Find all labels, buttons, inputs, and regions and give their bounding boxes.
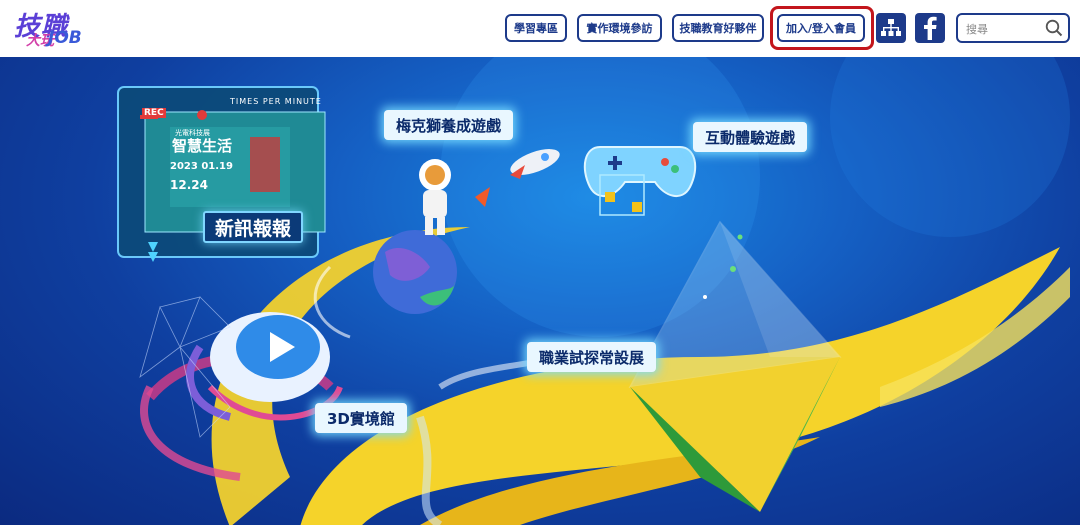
search-input[interactable] — [964, 19, 1048, 39]
lion-game-link[interactable]: 梅克獅養成遊戲 — [384, 110, 514, 140]
sitemap-icon[interactable] — [876, 13, 906, 43]
hero-banner: 新訊報報 REC TIMES PER MINUTE 智慧生活 光電科技展 202… — [0, 57, 1080, 525]
login-register-button[interactable]: 加入/登入會員 — [777, 14, 865, 42]
vr-headset-icon[interactable] — [186, 312, 343, 421]
learning-zone-button[interactable]: 學習專區 — [505, 14, 567, 42]
site-logo[interactable]: 技職 大玩 JOB — [12, 6, 82, 50]
facebook-icon[interactable] — [915, 13, 945, 43]
news-tile-label[interactable]: 新訊報報 — [203, 211, 303, 243]
search-icon[interactable] — [1045, 19, 1063, 41]
news-screen-title: 智慧生活 — [172, 137, 233, 155]
career-exhibit-link[interactable]: 職業試探常設展 — [527, 342, 657, 372]
rec-indicator: REC — [142, 108, 166, 118]
news-date-end: 12.24 — [170, 178, 208, 192]
hero-illustration — [117, 57, 1070, 525]
interactive-game-link[interactable]: 互動體驗遊戲 — [693, 122, 808, 152]
partners-button[interactable]: 技職教育好夥伴 — [672, 14, 764, 42]
3d-hall-link[interactable]: 3D實境館 — [315, 403, 407, 433]
logo-text-job: JOB — [48, 28, 82, 48]
news-times-caption: TIMES PER MINUTE — [230, 97, 322, 106]
virtual-tour-button[interactable]: 實作環境參訪 — [577, 14, 662, 42]
news-date-start: 2023 01.19 — [170, 161, 233, 172]
top-header: 技職 大玩 JOB 學習專區 實作環境參訪 技職教育好夥伴 加入/登入會員 — [0, 0, 1080, 57]
news-screen-sub: 光電科技展 — [175, 129, 210, 137]
search-box — [956, 13, 1070, 43]
